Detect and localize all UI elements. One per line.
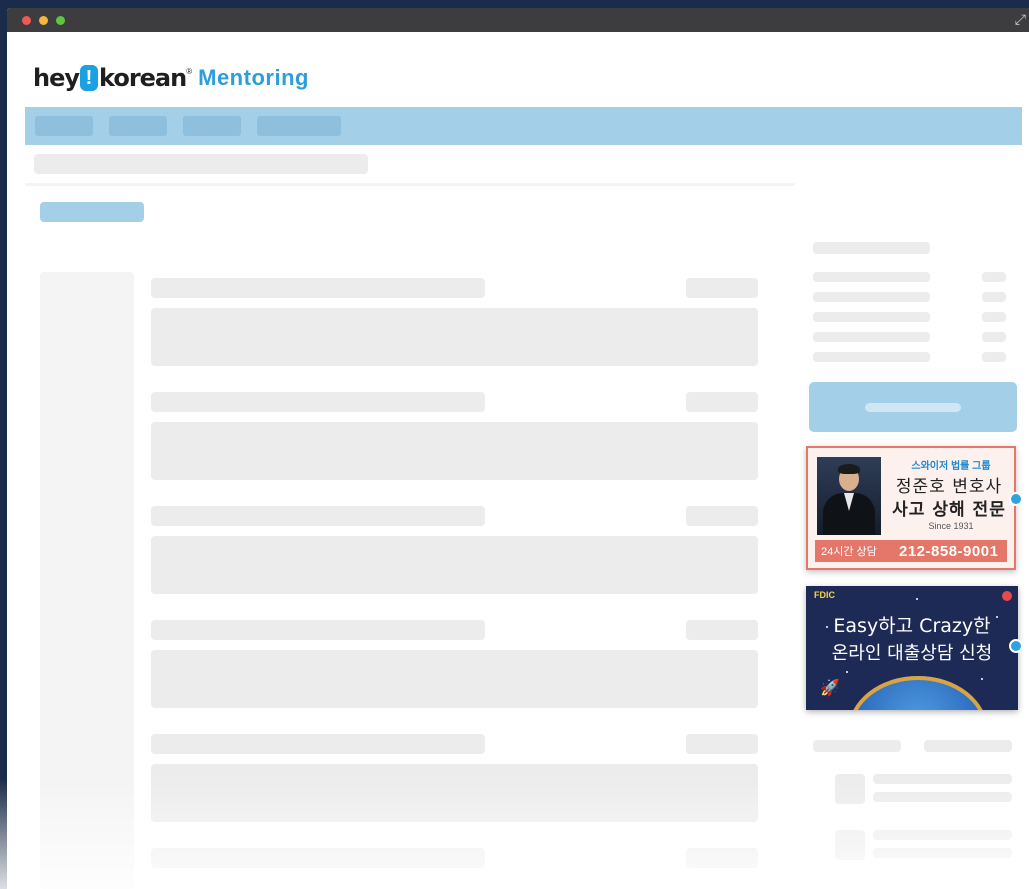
thumbnail-placeholder [835,774,865,804]
sidebar-list-item[interactable] [873,792,1012,802]
window-titlebar: ⤢ [7,8,1029,32]
star-decoration [916,598,918,600]
sidebar-list-count [982,292,1006,302]
nav-item-placeholder[interactable] [183,116,241,136]
law-firm-name: 스와이저 법률 그룹 [911,461,991,472]
sidebar-list-item[interactable] [813,312,930,322]
lawyer-contact-bar[interactable]: 24시간 상담 212-858-9001 [815,540,1007,562]
main-navbar [25,107,1022,145]
browser-window: ⤢ hey ! korean ® Mentoring 스와이저 법률 그룹 정준… [7,8,1029,889]
loan-ad-banner[interactable]: FDIC 🚀 Easy하고 Crazy한 온라인 대출상담 신청 [806,586,1018,710]
logo-exclamation-icon: ! [80,65,99,91]
left-column-placeholder [40,272,134,889]
minimize-window-button[interactable] [39,16,48,25]
rocket-icon: 🚀 [820,680,840,697]
lawyer-name: 정준호 변호사 [895,477,1003,497]
nav-item-placeholder[interactable] [35,116,93,136]
question-title-placeholder[interactable] [151,278,485,298]
fdic-badge: FDIC [814,590,835,600]
question-body-placeholder [151,650,758,708]
logo-product-name: Mentoring [198,65,309,90]
consult-hours-label: 24시간 상담 [821,546,877,558]
sidebar-tab-placeholder[interactable] [813,740,901,752]
question-meta-placeholder [686,392,758,412]
question-body-placeholder [151,308,758,366]
loan-ad-subheadline: 온라인 대출상담 신청 [831,643,993,664]
nav-item-placeholder[interactable] [257,116,341,136]
sidebar-list-count [982,332,1006,342]
star-decoration [846,671,848,673]
question-body-placeholder [151,536,758,594]
close-window-button[interactable] [22,16,31,25]
lawyer-ad-banner[interactable]: 스와이저 법률 그룹 정준호 변호사 사고 상해 전문 Since 1931 2… [806,446,1016,570]
sidebar-heading-placeholder [813,242,930,254]
bank-logo-icon [1002,591,1012,601]
sidebar-list-count [982,352,1006,362]
ask-question-button[interactable] [809,382,1017,432]
question-title-placeholder[interactable] [151,392,485,412]
sidebar-list-item[interactable] [813,332,930,342]
question-meta-placeholder [686,506,758,526]
question-meta-placeholder [686,848,758,868]
sidebar-list-item[interactable] [813,352,930,362]
question-title-placeholder[interactable] [151,506,485,526]
sidebar-list-item[interactable] [873,830,1012,840]
nav-item-placeholder[interactable] [109,116,167,136]
planet-illustration [848,676,988,710]
question-meta-placeholder [686,278,758,298]
sidebar-list-item[interactable] [873,774,1012,784]
question-body-placeholder [151,422,758,480]
maximize-window-button[interactable] [56,16,65,25]
law-firm-since: Since 1931 [928,521,974,531]
expand-icon[interactable]: ⤢ [1015,12,1026,26]
lawyer-specialty: 사고 상해 전문 [892,500,1006,520]
question-title-placeholder[interactable] [151,620,485,640]
logo-korean-text: korean [99,64,187,92]
logo-hey-text: hey [33,64,80,92]
question-meta-placeholder [686,620,758,640]
logo-registered-mark: ® [186,66,193,76]
lawyer-photo [817,457,881,535]
loan-ad-headline: Easy하고 Crazy한 [833,615,991,637]
photo-hair-shape [838,464,860,474]
callout-dot-icon [1009,492,1023,506]
divider [25,183,795,186]
question-title-placeholder[interactable] [151,734,485,754]
ask-button-label-placeholder [865,403,961,412]
question-body-placeholder [151,764,758,822]
category-tag-placeholder[interactable] [40,202,144,222]
sidebar-list-count [982,312,1006,322]
lawyer-phone-number[interactable]: 212-858-9001 [899,543,998,560]
sidebar-list-item[interactable] [813,292,930,302]
sidebar-list-item[interactable] [813,272,930,282]
site-logo[interactable]: hey ! korean ® Mentoring [33,60,309,96]
breadcrumb-placeholder [34,154,368,174]
sidebar-list-item[interactable] [873,848,1012,858]
callout-dot-icon [1009,639,1023,653]
question-meta-placeholder [686,734,758,754]
sidebar-tab-placeholder[interactable] [924,740,1012,752]
star-decoration [981,678,983,680]
question-title-placeholder[interactable] [151,848,485,868]
sidebar-list-count [982,272,1006,282]
thumbnail-placeholder [835,830,865,860]
